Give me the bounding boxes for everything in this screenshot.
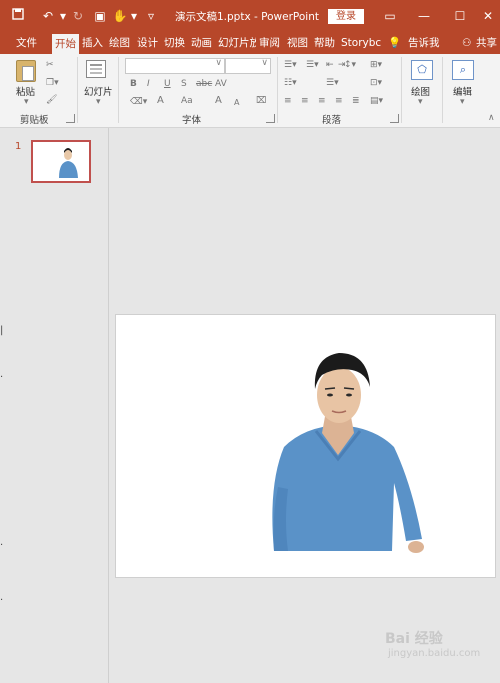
clipboard-group-label: 剪贴板	[20, 115, 49, 126]
save-icon[interactable]	[10, 8, 26, 24]
thumbnail-person-image	[59, 148, 78, 178]
copy-icon[interactable]: ❐▾	[46, 77, 59, 89]
minimize-icon[interactable]: —	[414, 6, 434, 26]
drawing-dropdown-icon[interactable]: ▾	[418, 96, 423, 108]
login-button[interactable]: 登录	[328, 9, 364, 24]
ribbon-tabs: 文件 开始 插入 绘图 设计 切换 动画 幻灯片放 审阅 视图 帮助 Story…	[0, 32, 500, 54]
tab-transitions[interactable]: 切换	[164, 32, 185, 54]
left-edge-text: |	[0, 325, 4, 336]
new-slide-icon[interactable]	[86, 60, 106, 78]
italic-button[interactable]: I	[147, 78, 150, 90]
tab-view[interactable]: 视图	[287, 32, 308, 54]
thumbnail-pane	[0, 128, 109, 683]
align-text-icon[interactable]: ☰▾	[326, 77, 339, 89]
paragraph-group-label: 段落	[322, 115, 342, 126]
tab-file[interactable]: 文件	[16, 32, 37, 54]
present-from-start-icon[interactable]: ▣	[92, 8, 108, 24]
paste-icon[interactable]	[16, 60, 36, 82]
columns-layout-icon[interactable]: ▤▾	[370, 95, 383, 107]
font-size-select[interactable]: ∨	[225, 58, 271, 74]
align-right-icon[interactable]: ≡	[318, 95, 326, 107]
change-case-button[interactable]: Aa	[181, 95, 193, 107]
tab-animations[interactable]: 动画	[191, 32, 212, 54]
watermark-logo: Bai 经验	[385, 631, 443, 647]
clipboard-launcher-icon[interactable]	[66, 114, 75, 123]
search-icon[interactable]: ⌕	[452, 60, 474, 80]
paste-dropdown-icon[interactable]: ▾	[24, 96, 29, 108]
bold-button[interactable]: B	[130, 78, 137, 90]
tab-design[interactable]: 设计	[137, 32, 158, 54]
watermark-url: jingyan.baidu.com	[388, 648, 481, 659]
left-edge-text: ·	[0, 540, 4, 551]
lightbulb-icon[interactable]: 💡	[388, 32, 401, 54]
clear-format-icon[interactable]: ⌫▾	[130, 96, 147, 108]
divider	[442, 57, 443, 123]
customize-toolbar-icon[interactable]: ▿	[143, 8, 159, 24]
tab-review[interactable]: 审阅	[259, 32, 280, 54]
ribbon-display-icon[interactable]: ▭	[380, 6, 400, 26]
columns-icon[interactable]: ☷▾	[284, 77, 297, 89]
strikethrough-button[interactable]: abc	[196, 78, 212, 90]
title-bar: ↶ ▾ ↻ ▣ ✋ ▾ ▿ 演示文稿1.pptx - PowerPoint 登录…	[0, 0, 500, 32]
shrink-font-button[interactable]: A	[234, 97, 239, 109]
tab-help[interactable]: 帮助	[314, 32, 335, 54]
underline-button[interactable]: U	[164, 78, 171, 90]
person-icon[interactable]: ⚇	[462, 32, 471, 54]
line-spacing-icon[interactable]: ↕▾	[344, 59, 356, 71]
slide-number: 1	[15, 141, 22, 152]
maximize-icon[interactable]: ☐	[450, 6, 470, 26]
smartart-icon[interactable]: ⊡▾	[370, 77, 382, 89]
decrease-indent-icon[interactable]: ⇤	[326, 59, 334, 71]
touch-dropdown-icon[interactable]: ▾	[126, 8, 142, 24]
align-center-icon[interactable]: ≡	[301, 95, 309, 107]
char-spacing-button[interactable]: AV	[215, 78, 227, 90]
drawing-icon[interactable]: ⬠	[411, 60, 433, 80]
justify-icon[interactable]: ≡	[335, 95, 343, 107]
text-direction-icon[interactable]: ⊞▾	[370, 59, 382, 71]
left-edge-text: ·	[0, 372, 4, 383]
slide-canvas[interactable]	[115, 314, 496, 578]
close-icon[interactable]: ✕	[478, 6, 498, 26]
divider	[77, 57, 78, 123]
paragraph-launcher-icon[interactable]	[390, 114, 399, 123]
font-name-select[interactable]: ∨	[125, 58, 225, 74]
distribute-icon[interactable]: ≣	[352, 95, 360, 107]
divider	[401, 57, 402, 123]
numbering-icon[interactable]: ☰▾	[306, 59, 319, 71]
redo-icon[interactable]: ↻	[70, 8, 86, 24]
font-color-button[interactable]: A	[157, 95, 164, 107]
bullets-icon[interactable]: ☰▾	[284, 59, 297, 71]
window-title: 演示文稿1.pptx - PowerPoint	[175, 11, 319, 23]
align-left-icon[interactable]: ≡	[284, 95, 292, 107]
format-painter-icon[interactable]: 🖌	[46, 94, 57, 106]
left-edge-text: ·	[0, 595, 4, 606]
tab-insert[interactable]: 插入	[82, 32, 103, 54]
new-slide-dropdown-icon[interactable]: ▾	[96, 96, 101, 108]
person-picture[interactable]	[116, 315, 495, 577]
tab-draw[interactable]: 绘图	[109, 32, 130, 54]
slide-thumbnail[interactable]	[31, 140, 91, 183]
share-button[interactable]: 共享	[476, 32, 497, 54]
divider	[118, 57, 119, 123]
tab-home[interactable]: 开始	[52, 34, 79, 54]
tell-me-search[interactable]: 告诉我	[408, 32, 440, 54]
collapse-ribbon-icon[interactable]: ∧	[488, 112, 495, 124]
divider	[277, 57, 278, 123]
cut-icon[interactable]: ✂	[46, 59, 54, 71]
clear-formatting-icon[interactable]: ⌧	[256, 95, 266, 107]
ribbon-home: 粘贴 ▾ ✂ ❐▾ 🖌 剪贴板 幻灯片 ▾ ∨ ∨ B I U S abc AV…	[0, 54, 500, 128]
grow-font-button[interactable]: A	[215, 95, 222, 107]
editing-dropdown-icon[interactable]: ▾	[460, 96, 465, 108]
shadow-button[interactable]: S	[181, 78, 187, 90]
tab-slideshow[interactable]: 幻灯片放	[218, 32, 256, 54]
font-group-label: 字体	[182, 115, 202, 126]
undo-icon[interactable]: ↶	[40, 8, 56, 24]
tab-storyboard[interactable]: Storybc	[341, 32, 381, 54]
font-launcher-icon[interactable]	[266, 114, 275, 123]
undo-dropdown-icon[interactable]: ▾	[55, 8, 71, 24]
